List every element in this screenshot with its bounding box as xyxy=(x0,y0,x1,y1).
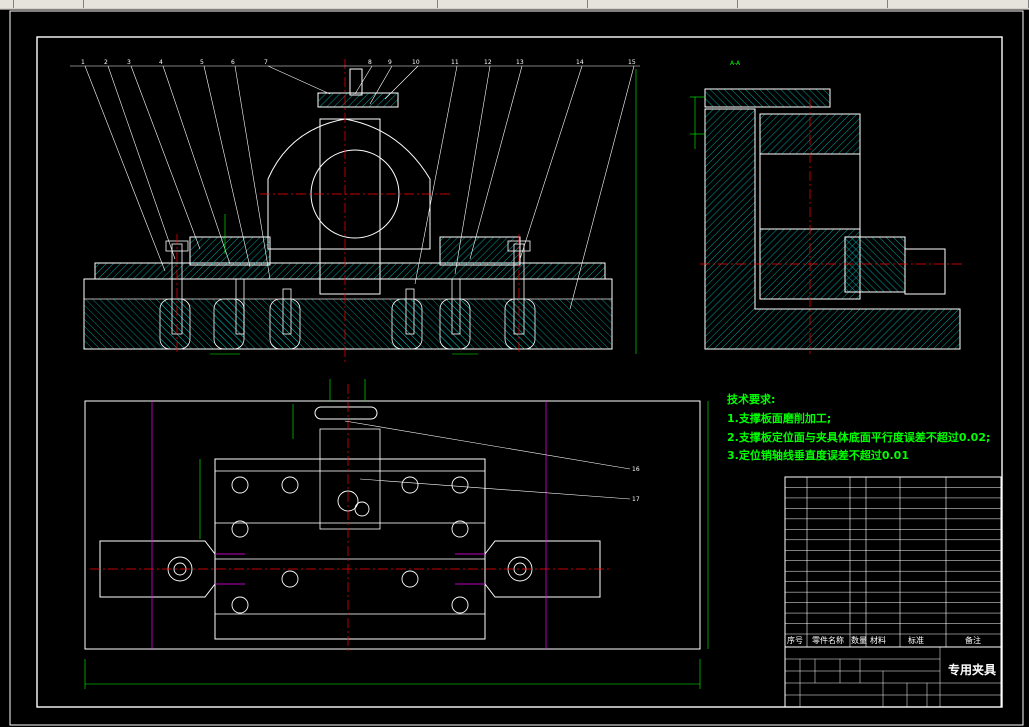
toolbar-segment-4[interactable] xyxy=(588,0,738,8)
base-bolt-pocket-5 xyxy=(439,298,471,350)
left-clamp-section xyxy=(189,236,271,266)
plan-base-outline xyxy=(84,400,701,650)
bom-header-qty: 数量 xyxy=(851,635,867,645)
side-clamp-section xyxy=(844,236,906,293)
support-plate-section xyxy=(94,262,606,280)
balloon-17: 17 xyxy=(632,496,640,503)
top-plan-view: 16 17 xyxy=(84,379,709,689)
balloon-7: 7 xyxy=(264,59,268,66)
top-support-section xyxy=(704,88,831,108)
bom-header-remarks: 备注 xyxy=(965,635,981,645)
balloon-9: 9 xyxy=(388,59,392,66)
balloon-4: 4 xyxy=(159,59,163,66)
balloon-11: 11 xyxy=(451,59,459,66)
toolbar-segment-3[interactable] xyxy=(438,0,588,8)
bom-header-row: 序号 零件名称 数量 材料 标准 备注 xyxy=(787,635,981,645)
drawing-border xyxy=(9,10,1024,726)
tech-requirement-1: 1.支撑板面磨削加工; xyxy=(727,411,831,425)
balloon-6: 6 xyxy=(231,59,235,66)
balloon-10: 10 xyxy=(412,59,420,66)
bom-header-standard: 标准 xyxy=(908,635,924,645)
tech-requirement-2: 2.支撑板定位面与夹具体底面平行度误差不超过0.02; xyxy=(727,430,990,444)
base-bolt-pocket-4 xyxy=(391,298,423,350)
side-clamp-nut xyxy=(904,248,946,295)
balloon-13: 13 xyxy=(516,59,524,66)
toolbar-segment-6[interactable] xyxy=(888,0,1029,8)
toolbar-icon-slot[interactable] xyxy=(0,0,14,8)
section-label: A-A xyxy=(730,60,741,67)
balloon-2: 2 xyxy=(104,59,108,66)
bearing-housing-outline xyxy=(267,118,431,250)
title-block-name: 专用夹具 xyxy=(948,662,996,677)
bom-header-index: 序号 xyxy=(787,635,803,645)
bill-of-materials: 序号 零件名称 数量 材料 标准 备注 xyxy=(784,476,1002,648)
toolbar-segment-2[interactable] xyxy=(84,0,438,8)
balloon-labels-front: 1 2 3 4 5 6 7 8 9 10 11 12 13 14 15 xyxy=(81,59,636,66)
toolbar-segment-5[interactable] xyxy=(738,0,888,8)
bom-header-material: 材料 xyxy=(870,635,886,645)
base-bolt-pocket-1 xyxy=(159,298,191,350)
balloon-14: 14 xyxy=(576,59,584,66)
technical-requirements: 技术要求: 1.支撑板面磨削加工; 2.支撑板定位面与夹具体底面平行度误差不超过… xyxy=(727,392,990,462)
balloon-5: 5 xyxy=(200,59,204,66)
balloon-16: 16 xyxy=(632,466,640,473)
base-bolt-pocket-6 xyxy=(504,298,536,350)
base-bolt-pocket-3 xyxy=(269,298,301,350)
base-bolt-pocket-2 xyxy=(213,298,245,350)
toolbar-segment-1[interactable] xyxy=(14,0,84,8)
tech-requirement-3: 3.定位销轴线垂直度误差不超过0.01 xyxy=(727,448,909,462)
balloon-3: 3 xyxy=(127,59,131,66)
plan-top-clamp xyxy=(314,406,378,420)
cad-drawing-canvas[interactable]: 1 2 3 4 5 6 7 8 9 10 11 12 13 14 15 A-A xyxy=(0,9,1029,727)
bom-header-part-name: 零件名称 xyxy=(812,635,844,645)
front-view xyxy=(70,59,640,364)
side-section-view: A-A xyxy=(690,60,965,354)
plan-support-plate xyxy=(214,458,486,640)
balloon-12: 12 xyxy=(484,59,492,66)
balloon-8: 8 xyxy=(368,59,372,66)
top-bolt xyxy=(349,68,363,96)
balloon-15: 15 xyxy=(628,59,636,66)
balloon-1: 1 xyxy=(81,59,85,66)
tech-requirements-heading: 技术要求: xyxy=(727,392,775,406)
title-block: 专用夹具 xyxy=(784,646,1002,708)
